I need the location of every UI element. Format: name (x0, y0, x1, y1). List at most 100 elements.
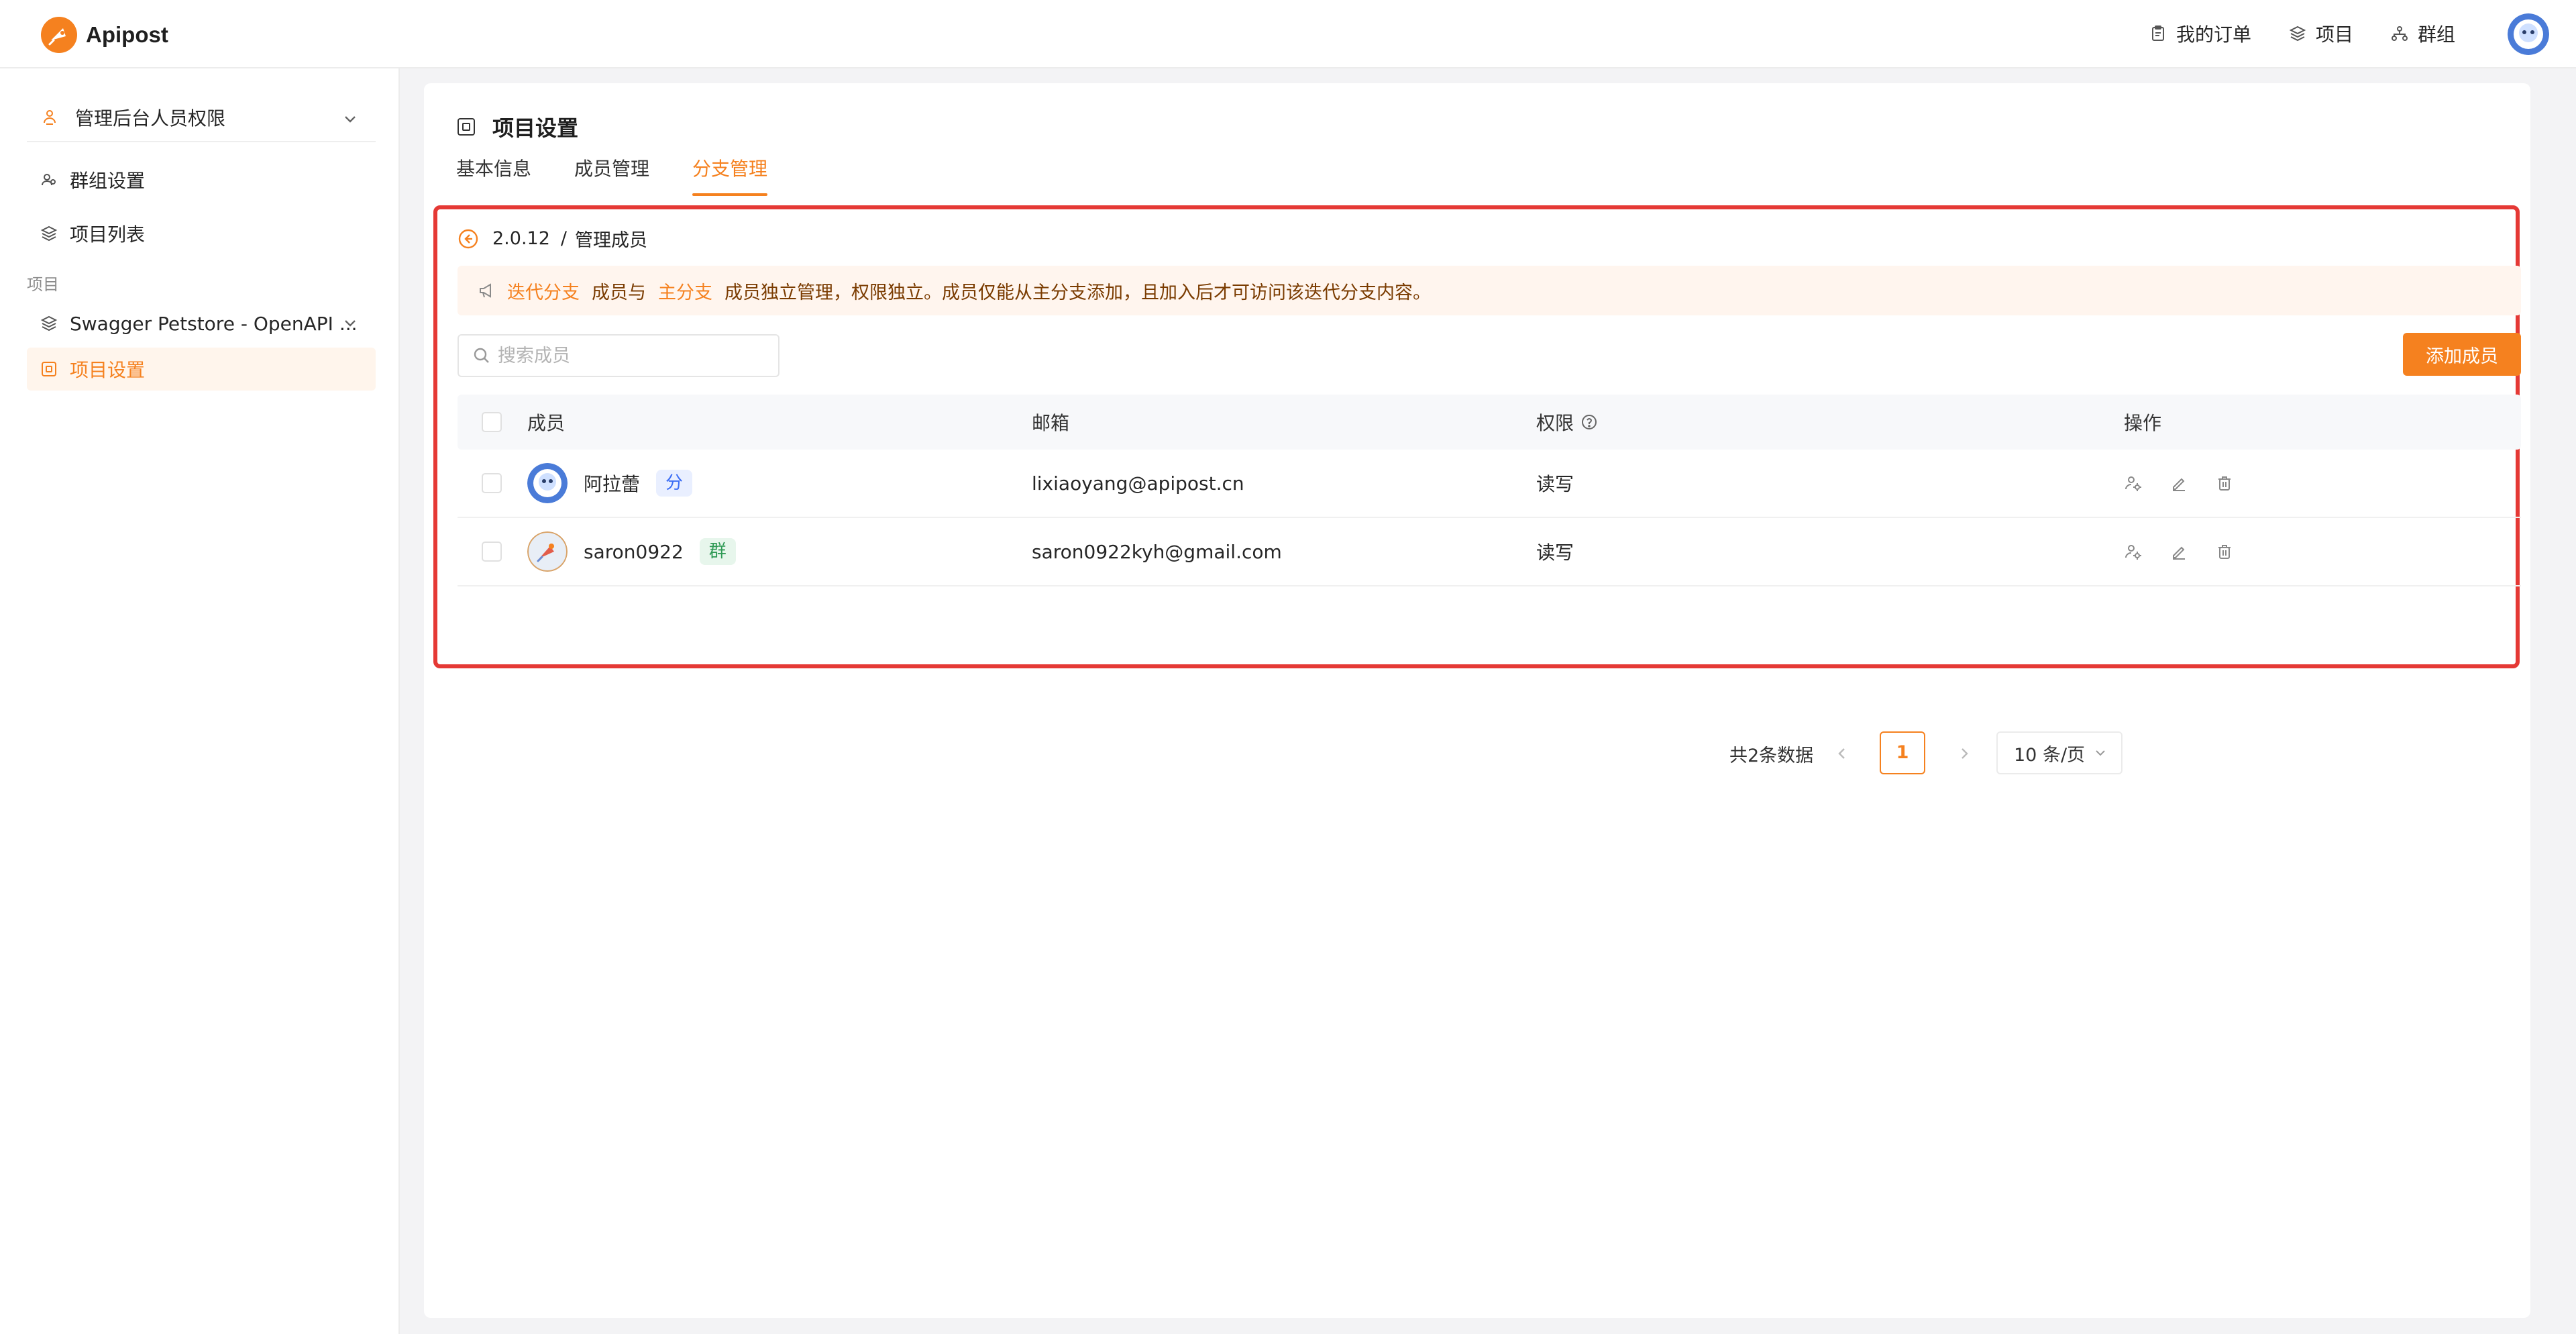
header-email: 邮箱 (1032, 412, 1070, 434)
app-logo[interactable]: Apipost (40, 16, 168, 54)
chevron-left-icon[interactable] (1833, 744, 1851, 763)
page-size-select[interactable]: 10 条/页 (1996, 731, 2123, 774)
nav-my-orders-label: 我的订单 (2176, 23, 2251, 46)
header-actions: 操作 (2124, 412, 2162, 434)
help-icon[interactable] (1580, 413, 1598, 431)
team-select[interactable]: 管理后台人员权限 (27, 94, 376, 142)
layers-icon (40, 315, 58, 331)
nav-projects[interactable]: 项目 (2289, 20, 2353, 47)
apipost-logo-icon (41, 17, 77, 53)
table-row: saron0922 群 saron0922kyh@gmail.com 读写 (458, 518, 2521, 586)
search-input[interactable] (498, 345, 766, 366)
chevron-down-icon (2096, 750, 2105, 756)
user-settings-icon[interactable] (2124, 542, 2143, 561)
tab-basic-info[interactable]: 基本信息 (456, 156, 531, 196)
team-select-label: 管理后台人员权限 (75, 107, 226, 130)
delete-icon[interactable] (2215, 474, 2234, 493)
header-permission-label: 权限 (1536, 412, 1574, 434)
user-avatar[interactable] (2508, 13, 2549, 55)
info-notice: 迭代分支 成员与 主分支 成员独立管理，权限独立。成员仅能从主分支添加，且加入后… (458, 266, 2521, 315)
top-nav: 我的订单 项目 群组 (2112, 0, 2455, 67)
clipboard-icon (2151, 25, 2164, 41)
breadcrumb-current: 管理成员 (575, 230, 647, 251)
nav-projects-label: 项目 (2315, 23, 2353, 46)
sidebar-item-project[interactable]: Swagger Petstore - OpenAPI ... (27, 302, 376, 345)
pagination-total: 共2条数据 (1729, 746, 1814, 766)
highlight-frame: 2.0.12 / 管理成员 迭代分支 成员与 主分支 成员独立管理，权限独立。成… (433, 205, 2521, 774)
page-number-button[interactable]: 1 (1880, 731, 1925, 774)
search-box (458, 334, 780, 377)
notice-highlight-main: 主分支 (658, 282, 712, 303)
page-size-label: 10 条/页 (2014, 744, 2086, 766)
sidebar: 管理后台人员权限 群组设置 项目列表 项目 Swagger Petstore -… (0, 68, 400, 1334)
group-tag: 群 (699, 538, 736, 565)
table-header: 成员 邮箱 权限 操作 (458, 395, 2521, 450)
chevron-right-icon[interactable] (1955, 744, 1974, 763)
branch-tag: 分 (656, 470, 693, 497)
sidebar-item-project-settings[interactable]: 项目设置 (27, 348, 376, 391)
member-name: saron0922 (584, 540, 684, 563)
chevron-down-icon (345, 116, 356, 123)
edit-icon[interactable] (2169, 474, 2188, 493)
sidebar-item-label: 项目设置 (70, 359, 146, 381)
layers-icon (2289, 25, 2306, 42)
delete-icon[interactable] (2215, 542, 2234, 561)
sidebar-section-label: 项目 (27, 275, 59, 294)
sidebar-item-label: 群组设置 (70, 170, 146, 192)
avatar (527, 463, 568, 503)
select-all-checkbox[interactable] (482, 412, 502, 432)
row-checkbox[interactable] (482, 542, 502, 562)
page-title-text: 项目设置 (492, 115, 579, 141)
tab-member-management[interactable]: 成员管理 (574, 156, 649, 196)
member-cell: 阿拉蕾 分 (527, 463, 693, 503)
notice-highlight-iteration: 迭代分支 (507, 282, 580, 303)
row-checkbox[interactable] (482, 473, 502, 493)
header-permission: 权限 (1536, 409, 1598, 435)
email-cell: lixiaoyang@apipost.cn (1032, 472, 1244, 495)
table-row: 阿拉蕾 分 lixiaoyang@apipost.cn 读写 (458, 450, 2521, 518)
search-icon (474, 348, 489, 363)
notice-text-1: 成员与 (592, 282, 646, 303)
user-settings-icon[interactable] (2124, 474, 2143, 493)
avatar-icon (527, 463, 568, 503)
megaphone-icon (480, 283, 491, 298)
app-name: Apipost (86, 22, 168, 47)
group-icon (42, 174, 56, 186)
email-cell: saron0922kyh@gmail.com (1032, 540, 1282, 563)
breadcrumb: 2.0.12 / 管理成员 (458, 225, 647, 252)
header-member: 成员 (527, 412, 566, 434)
actions-cell (2124, 474, 2261, 493)
sidebar-item-group-settings[interactable]: 群组设置 (27, 158, 376, 201)
permission-cell: 读写 (1536, 473, 1574, 495)
actions-cell (2124, 542, 2261, 561)
avatar-icon (2508, 13, 2549, 55)
notice-text-2: 成员独立管理，权限独立。成员仅能从主分支添加，且加入后才可访问该迭代分支内容。 (724, 282, 1431, 303)
settings-square-icon (42, 362, 56, 376)
permission-cell: 读写 (1536, 542, 1574, 564)
main-card: 项目设置 基本信息 成员管理 分支管理 2.0.12 / 管理成员 迭代分支 成… (424, 83, 2530, 1318)
avatar-icon (527, 531, 568, 572)
member-name: 阿拉蕾 (584, 473, 641, 495)
avatar (527, 531, 568, 572)
pagination: 共2条数据 1 10 条/页 (458, 730, 2521, 777)
org-icon (2391, 26, 2408, 41)
breadcrumb-version[interactable]: 2.0.12 (492, 228, 550, 249)
sidebar-item-label: 项目列表 (70, 223, 146, 246)
back-arrow-icon[interactable] (458, 228, 479, 250)
tab-branch-management[interactable]: 分支管理 (692, 156, 768, 196)
settings-square-icon (458, 118, 475, 136)
page-title: 项目设置 (456, 111, 578, 142)
breadcrumb-separator: / (560, 228, 567, 249)
sidebar-item-project-list[interactable]: 项目列表 (27, 212, 376, 255)
sidebar-project-label: Swagger Petstore - OpenAPI ... (70, 312, 358, 335)
edit-icon[interactable] (2169, 542, 2188, 561)
add-member-button[interactable]: 添加成员 (2403, 333, 2521, 376)
chevron-down-icon (345, 320, 356, 327)
permission-icon (44, 110, 56, 125)
top-header: Apipost 我的订单 项目 群组 (0, 0, 2576, 68)
tab-bar: 基本信息 成员管理 分支管理 (456, 156, 810, 196)
member-cell: saron0922 群 (527, 531, 736, 572)
nav-groups-label: 群组 (2417, 23, 2455, 46)
nav-my-orders[interactable]: 我的订单 (2149, 20, 2251, 47)
nav-groups[interactable]: 群组 (2391, 20, 2455, 47)
